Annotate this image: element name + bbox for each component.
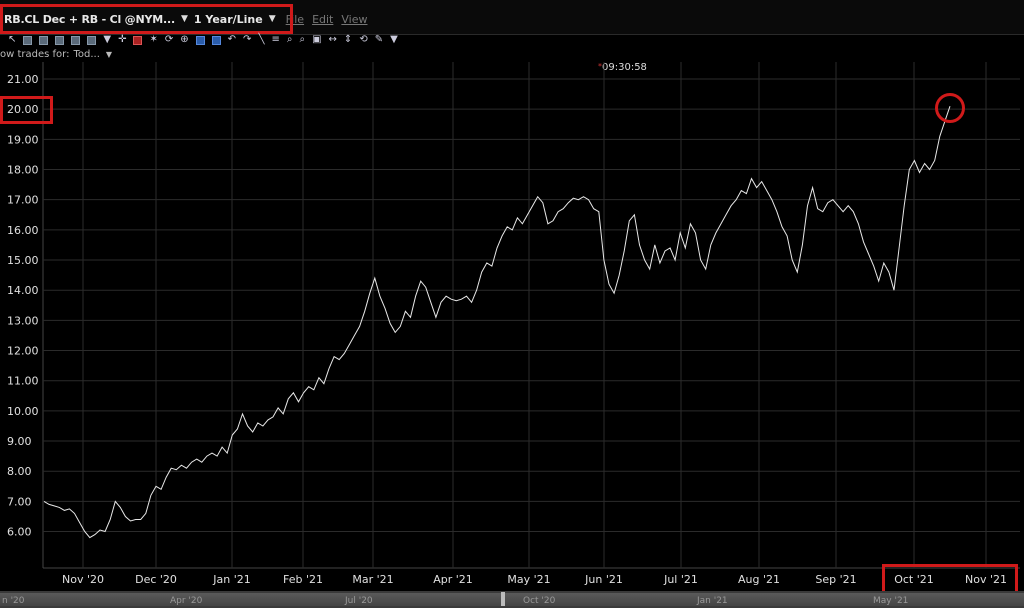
x-tick-label: Nov '21 — [965, 573, 1007, 586]
y-tick-label: 9.00 — [7, 435, 32, 448]
x-tick-label: Dec '20 — [135, 573, 177, 586]
x-tick-label: May '21 — [507, 573, 550, 586]
price-line-series — [43, 106, 951, 539]
scroll-label: Jan '21 — [697, 596, 728, 606]
y-tick-label: 8.00 — [7, 465, 32, 478]
y-tick-label: 15.00 — [7, 254, 39, 267]
y-tick-label: 16.00 — [7, 224, 39, 237]
x-tick-label: Sep '21 — [815, 573, 856, 586]
x-tick-label: Nov '20 — [62, 573, 104, 586]
scroll-label: Jul '20 — [345, 596, 373, 606]
x-tick-label: Jun '21 — [584, 573, 623, 586]
x-tick-label: Oct '21 — [894, 573, 934, 586]
scroll-label: Apr '20 — [170, 596, 203, 606]
x-tick-label: Jan '21 — [212, 573, 250, 586]
price-chart[interactable]: 21.00 20.00 19.00 18.00 17.00 16.00 15.00 14.00… — [0, 0, 1024, 608]
scroll-track[interactable]: n '20 Apr '20 Jul '20 Oct '20 Jan '21 Ma… — [0, 593, 1024, 606]
y-tick-label: 13.00 — [7, 314, 39, 327]
y-tick-label: 10.00 — [7, 405, 39, 418]
y-tick-label: 19.00 — [7, 133, 39, 146]
y-tick-label: 12.00 — [7, 345, 39, 358]
y-tick-label: 14.00 — [7, 284, 39, 297]
x-tick-label: Mar '21 — [352, 573, 393, 586]
x-tick-label: Aug '21 — [738, 573, 780, 586]
y-tick-label: 17.00 — [7, 194, 39, 207]
x-tick-label: Apr '21 — [433, 573, 473, 586]
y-tick-label: 6.00 — [7, 526, 32, 539]
y-tick-label: 7.00 — [7, 495, 32, 508]
y-tick-label: 20.00 — [7, 103, 39, 116]
scroll-thumb[interactable] — [501, 592, 505, 606]
x-tick-label: Feb '21 — [283, 573, 323, 586]
scroll-label: Oct '20 — [523, 596, 556, 606]
scroll-label: May '21 — [873, 596, 909, 606]
y-tick-label: 21.00 — [7, 73, 39, 86]
time-scrollbar[interactable]: n '20 Apr '20 Jul '20 Oct '20 Jan '21 Ma… — [0, 591, 1024, 608]
y-tick-label: 11.00 — [7, 375, 39, 388]
last-price-circle — [935, 93, 965, 123]
scroll-label: n '20 — [2, 596, 25, 606]
y-tick-label: 18.00 — [7, 164, 39, 177]
x-tick-label: Jul '21 — [663, 573, 698, 586]
